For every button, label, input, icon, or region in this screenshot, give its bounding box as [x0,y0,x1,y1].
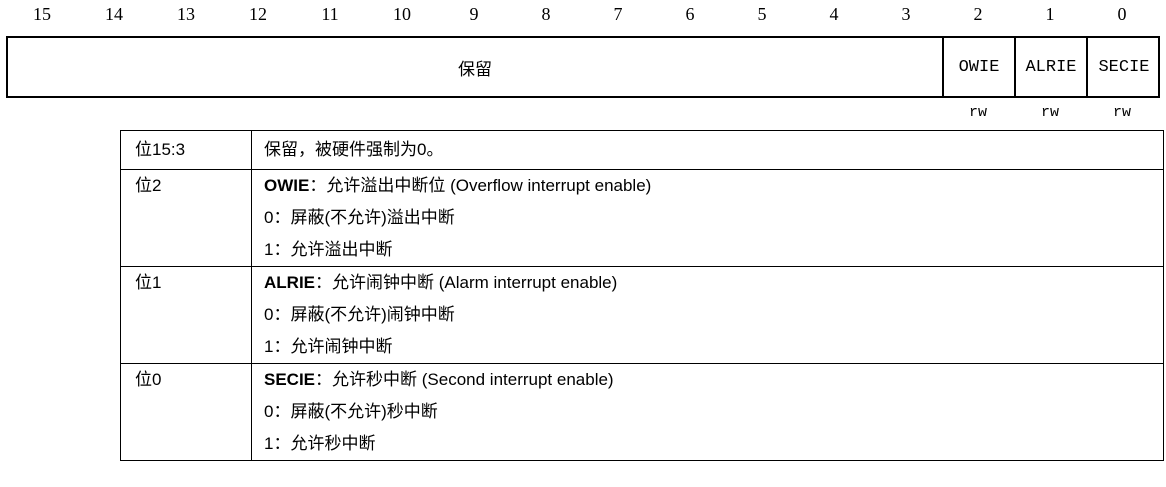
bit-number-10: 10 [393,4,411,24]
description-cell: OWIE：允许溢出中断位 (Overflow interrupt enable)… [251,169,1164,267]
description-line: 1：允许闹钟中断 [264,337,393,356]
field-name: SECIE [264,370,316,389]
secie-field: SECIE [1086,38,1160,96]
bit-number-9: 9 [469,4,479,24]
bit-label: 位2 [135,176,162,195]
bit-number-4: 4 [829,4,839,24]
bit-number-1: 1 [1045,4,1055,24]
description-line: 1：允许溢出中断 [264,240,393,259]
bit-number-14: 14 [105,4,123,24]
bit-cell: 位2 [120,169,252,267]
secie-access: rw [1112,104,1131,121]
description-line: 保留，被硬件强制为0。 [264,140,444,159]
description-line: 0：屏蔽(不允许)溢出中断 [264,208,455,227]
register-layout: 保留 OWIE ALRIE SECIE [6,36,1160,98]
description-title: SECIE：允许秒中断 (Second interrupt enable) [264,364,1163,396]
bit-label: 位1 [135,273,162,292]
bit-number-11: 11 [321,4,339,24]
description-line: 1：允许秒中断 [264,434,376,453]
description-cell: SECIE：允许秒中断 (Second interrupt enable) 0：… [251,363,1164,461]
description-cell: 保留，被硬件强制为0。 [251,130,1164,170]
reserved-field: 保留 [458,59,492,80]
field-title: ：允许溢出中断位 (Overflow interrupt enable) [309,176,652,195]
bit-cell: 位1 [120,266,252,364]
bit-cell: 位0 [120,363,252,461]
field-title: ：允许秒中断 (Second interrupt enable) [315,370,614,389]
owie-access: rw [968,104,987,121]
bit-number-6: 6 [685,4,695,24]
field-title: ：允许闹钟中断 (Alarm interrupt enable) [315,273,618,292]
description-line: 0：屏蔽(不允许)秒中断 [264,402,438,421]
field-name: ALRIE [264,273,315,292]
table-row: 位1 ALRIE：允许闹钟中断 (Alarm interrupt enable)… [120,266,1164,364]
bit-number-5: 5 [757,4,767,24]
bit-number-0: 0 [1117,4,1127,24]
table-row: 位0 SECIE：允许秒中断 (Second interrupt enable)… [120,363,1164,461]
alrie-access: rw [1040,104,1059,121]
bit-number-8: 8 [541,4,551,24]
bit-label: 位15:3 [135,140,186,159]
table-row: 位2 OWIE：允许溢出中断位 (Overflow interrupt enab… [120,169,1164,267]
bit-description-table: 位15:3 保留，被硬件强制为0。 位2 OWIE：允许溢出中断位 (Overf… [120,130,1164,461]
bit-number-3: 3 [901,4,911,24]
description-line: 0：屏蔽(不允许)闹钟中断 [264,305,455,324]
bit-label: 位0 [135,370,162,389]
bit-number-7: 7 [613,4,623,24]
description-title: ALRIE：允许闹钟中断 (Alarm interrupt enable) [264,267,1163,299]
bit-number-15: 15 [33,4,51,24]
owie-field: OWIE [942,38,1014,96]
bit-number-13: 13 [177,4,195,24]
alrie-field: ALRIE [1014,38,1086,96]
bit-number-2: 2 [973,4,983,24]
description-cell: ALRIE：允许闹钟中断 (Alarm interrupt enable) 0：… [251,266,1164,364]
description-title: OWIE：允许溢出中断位 (Overflow interrupt enable) [264,170,1163,202]
bit-number-row: 15 14 13 12 11 10 9 8 7 6 5 4 3 2 1 0 [6,4,1160,28]
bit-cell: 位15:3 [120,130,252,170]
field-name: OWIE [264,176,310,195]
table-row: 位15:3 保留，被硬件强制为0。 [120,130,1164,170]
bit-number-12: 12 [249,4,267,24]
